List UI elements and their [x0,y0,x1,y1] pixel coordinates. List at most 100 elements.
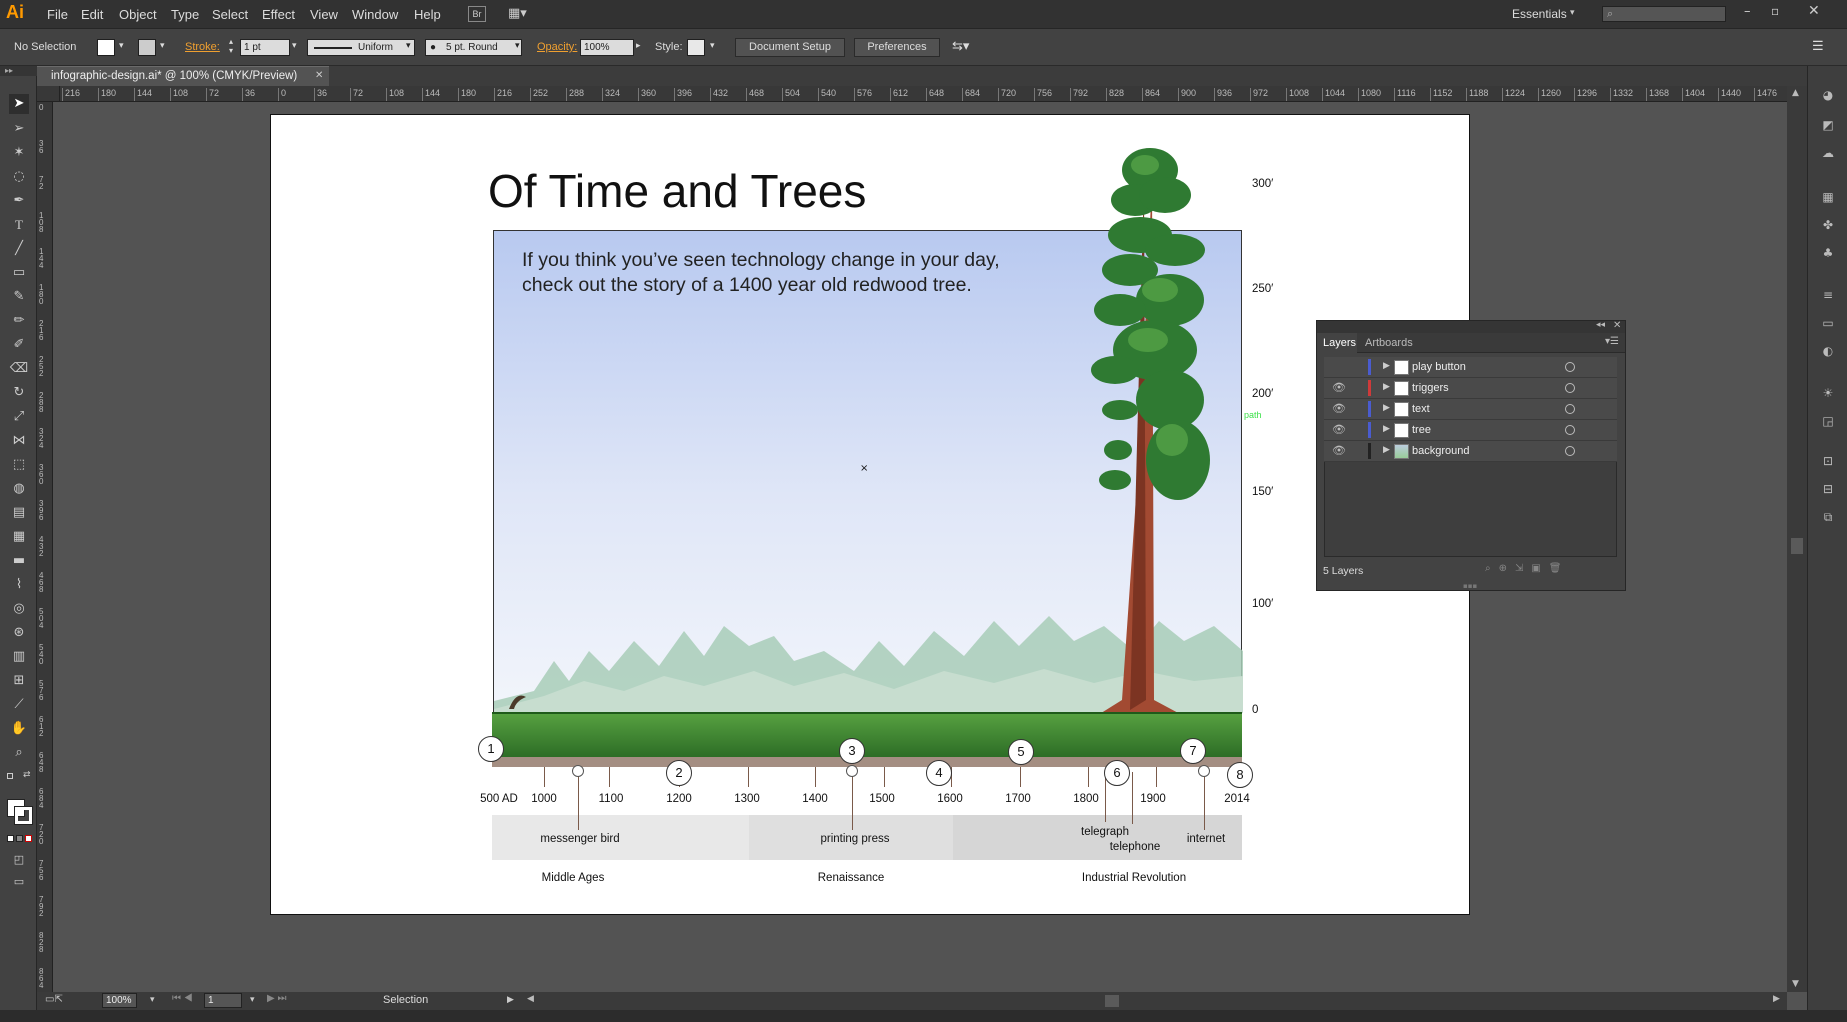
chevron-down-icon[interactable]: ▾ [406,40,411,51]
close-tab-icon[interactable]: ✕ [315,67,323,85]
scale-tool-icon[interactable]: ⤢ [9,407,29,427]
marker-8[interactable]: 8 [1227,762,1253,788]
ruler-origin[interactable] [37,86,60,102]
menu-select[interactable]: Select [212,7,248,22]
swap-colors-icon[interactable]: ⇄ [23,770,31,780]
graphic-style-swatch[interactable] [687,39,705,56]
layer-target-icon[interactable] [1565,362,1575,372]
expand-triangle-icon[interactable]: ▶ [1383,382,1390,392]
expand-triangle-icon[interactable]: ▶ [1383,445,1390,455]
brush-definition[interactable]: ● 5 pt. Round [425,39,522,56]
align-panel-icon[interactable]: ⊟ [1819,480,1837,498]
panel-menu-icon[interactable]: ▾☰ [1605,336,1619,347]
collapse-icon[interactable]: ▸▸ [0,66,37,76]
menu-file[interactable]: File [47,7,68,22]
color-guide-icon[interactable]: ◩ [1819,116,1837,134]
eye-icon[interactable]: 👁 [1332,381,1346,394]
menu-type[interactable]: Type [171,7,199,22]
layer-target-icon[interactable] [1565,446,1575,456]
slice-tool-icon[interactable]: ⟋ [9,695,29,715]
marker-5[interactable]: 5 [1008,739,1034,765]
document-tab[interactable]: infographic-design.ai* @ 100% (CMYK/Prev… [37,66,329,86]
color-panel-icon[interactable]: ◕ [1819,86,1837,104]
symbol-sprayer-tool-icon[interactable]: ⊛ [9,623,29,643]
stroke-swatch[interactable] [138,39,156,56]
blend-tool-icon[interactable]: ◎ [9,599,29,619]
perspective-grid-tool-icon[interactable]: ▤ [9,503,29,523]
layer-row-background[interactable]: 👁 ▶ background [1324,441,1617,462]
bird-node[interactable] [572,765,584,777]
expand-triangle-icon[interactable]: ▶ [1383,424,1390,434]
vertical-scroll-thumb[interactable] [1791,538,1803,554]
menu-help[interactable]: Help [414,7,441,22]
rotate-tool-icon[interactable]: ↻ [9,383,29,403]
expand-triangle-icon[interactable]: ▶ [1383,403,1390,413]
graphic-styles-icon[interactable]: ◲ [1819,412,1837,430]
chevron-down-icon[interactable]: ▾ [515,40,520,51]
lasso-tool-icon[interactable]: ◌ [9,167,29,187]
swatches-panel-icon[interactable]: ▦ [1819,188,1837,206]
shape-builder-tool-icon[interactable]: ◍ [9,479,29,499]
screen-mode-icon[interactable]: ▭ [9,872,29,892]
brushes-panel-icon[interactable]: ✤ [1819,216,1837,234]
scroll-down-icon[interactable]: ▼ [1792,979,1799,989]
artboard-field[interactable]: 1 [204,993,242,1008]
variable-width-profile[interactable]: Uniform [307,39,415,56]
artboard-tool-icon[interactable]: ⊞ [9,671,29,691]
chevron-down-icon[interactable]: ▾ [160,40,165,51]
vertical-scrollbar[interactable]: ▲ ▼ [1787,86,1807,992]
zoom-tool-icon[interactable]: ⌕ [9,743,29,763]
workspace-switcher[interactable]: Essentials [1512,7,1567,21]
layer-row-play-button[interactable]: ▶ play button [1324,357,1617,378]
ground-strip[interactable] [492,712,1242,757]
paintbrush-tool-icon[interactable]: ✎ [9,287,29,307]
bridge-button[interactable]: Br [468,6,486,22]
menu-view[interactable]: View [310,7,338,22]
layer-row-tree[interactable]: 👁 ▶ tree [1324,420,1617,441]
column-graph-tool-icon[interactable]: ▥ [9,647,29,667]
layer-target-icon[interactable] [1565,425,1575,435]
stepper-icon[interactable]: ▴ ▾ [229,37,233,55]
chevron-right-icon[interactable]: ▶ [507,994,514,1005]
layer-name[interactable]: triggers [1412,382,1449,394]
chevron-down-icon[interactable]: ▾ [119,40,124,51]
layer-row-text[interactable]: 👁 ▶ text [1324,399,1617,420]
layer-name[interactable]: background [1412,445,1470,457]
arrange-icon[interactable]: ⇆▾ [952,38,969,54]
menu-edit[interactable]: Edit [81,7,103,22]
minimize-icon[interactable]: – [1744,4,1751,19]
stroke-weight-field[interactable]: 1 pt [240,39,290,56]
layer-target-icon[interactable] [1565,383,1575,393]
infographic-title[interactable]: Of Time and Trees [488,164,866,218]
opacity-label[interactable]: Opacity: [537,41,577,53]
scroll-up-icon[interactable]: ▲ [1792,88,1799,98]
selection-tool-icon[interactable]: ➤ [9,94,29,114]
cc-libraries-icon[interactable]: ☁ [1819,144,1837,162]
horizontal-ruler[interactable]: 216 180 144 108 72 36 0 36 72 108 144 180 216 252 288 3… [60,86,1787,102]
gpu-icon[interactable]: ▭⇱ [45,994,63,1005]
menu-effect[interactable]: Effect [262,7,295,22]
scroll-left-icon[interactable]: ◀ [527,994,534,1004]
press-node[interactable] [846,765,858,777]
default-colors-icon[interactable] [7,773,13,779]
expand-triangle-icon[interactable]: ▶ [1383,361,1390,371]
horizontal-scrollbar[interactable]: ◀ ▶ [525,992,1787,1010]
chevron-down-icon[interactable]: ▾ [710,40,715,51]
preferences-button[interactable]: Preferences [854,38,940,57]
opacity-field[interactable]: 100% [580,39,634,56]
transform-panel-icon[interactable]: ⊡ [1819,452,1837,470]
blob-brush-tool-icon[interactable]: ✐ [9,335,29,355]
collapse-panel-icon[interactable]: ◂◂ [1596,320,1605,330]
pencil-tool-icon[interactable]: ✏ [9,311,29,331]
direct-selection-tool-icon[interactable]: ➢ [9,119,29,139]
tab-artboards[interactable]: Artboards [1365,337,1413,349]
marker-1[interactable]: 1 [478,736,504,762]
layer-actions-icons[interactable]: ⌕⊕⇲▣🗑 [1485,563,1570,574]
gradient-panel-icon[interactable]: ▭ [1819,314,1837,332]
marker-4[interactable]: 4 [926,760,952,786]
pen-tool-icon[interactable]: ✒ [9,191,29,211]
eraser-tool-icon[interactable]: ⌫ [9,359,29,379]
layer-row-triggers[interactable]: 👁 ▶ triggers [1324,378,1617,399]
stroke-color-swatch[interactable] [14,806,33,825]
line-tool-icon[interactable]: ╱ [9,239,29,259]
